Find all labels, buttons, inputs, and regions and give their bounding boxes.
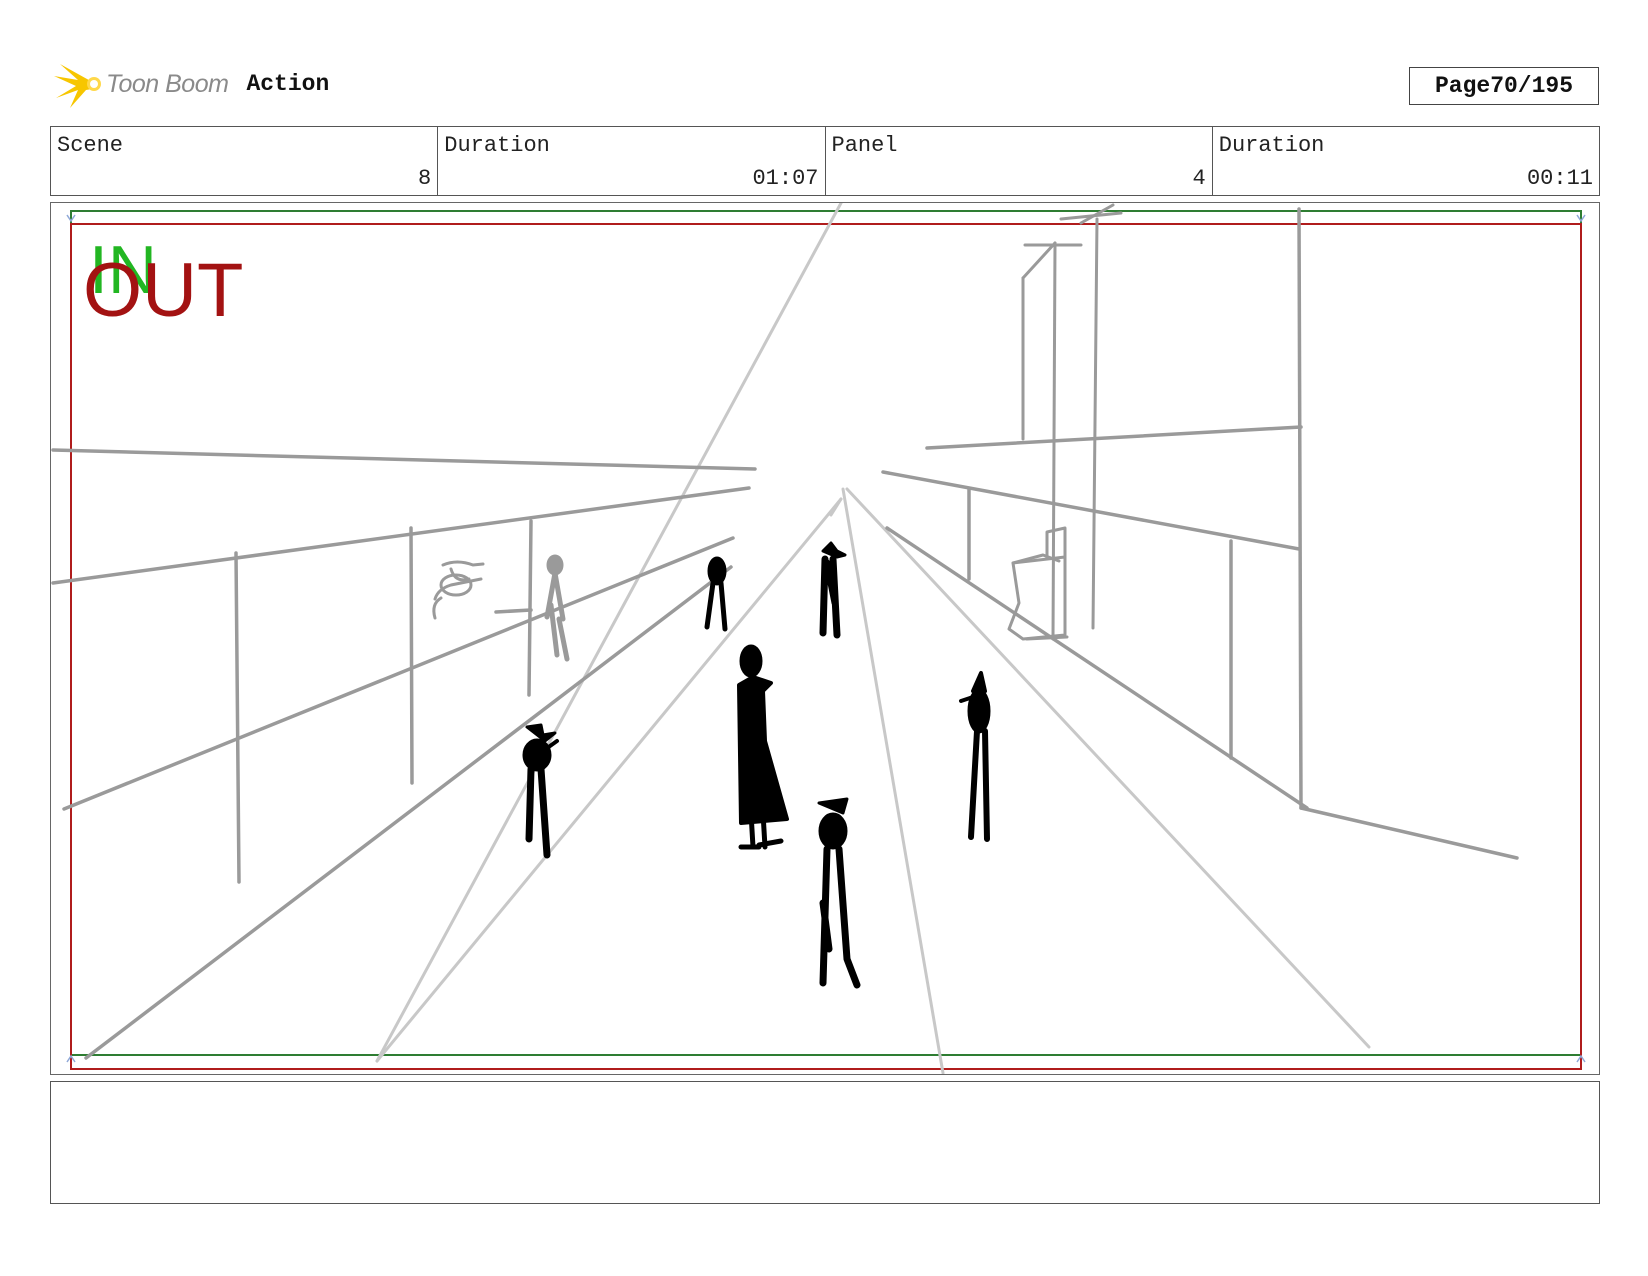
scene-duration-label: Duration (444, 133, 550, 158)
action-notes-box[interactable] (50, 1081, 1600, 1204)
scene-duration-cell: Duration 01:07 (438, 127, 826, 195)
page-indicator: Page 70/195 (1409, 67, 1599, 105)
silhouette-foreground (817, 797, 861, 989)
silhouette-center-woman (737, 644, 789, 850)
panel-sketch: IN OUT (51, 203, 1586, 1074)
vendor-sketch (432, 560, 485, 620)
panel-duration-value: 00:11 (1526, 166, 1593, 191)
scene-cell: Scene 8 (51, 127, 439, 195)
panel-duration-cell: Duration 00:11 (1213, 127, 1599, 195)
panel-cell: Panel 4 (826, 127, 1213, 195)
road-perspective-lines (375, 203, 1371, 1074)
out-label: OUT (83, 248, 243, 333)
logo-text: Toon Boom (106, 69, 229, 98)
scene-duration-value: 01:07 (752, 166, 819, 191)
storyboard-panel: IN OUT (50, 202, 1600, 1075)
silhouette-left-near (522, 723, 559, 859)
left-building-sketch (51, 448, 757, 1060)
toon-boom-logo: Toon Boom Action (52, 58, 329, 110)
scene-value: 8 (418, 166, 432, 191)
silhouette-right-near (959, 671, 991, 842)
starburst-icon (54, 64, 101, 108)
pedestrian-silhouettes (522, 541, 991, 989)
utility-poles (1021, 203, 1123, 641)
panel-label: Panel (831, 133, 898, 158)
scene-label: Scene (57, 133, 124, 158)
silhouette-far-right (819, 541, 847, 639)
panel-value: 4 (1192, 166, 1206, 191)
silhouette-far-left (704, 556, 728, 632)
panel-duration-label: Duration (1218, 133, 1325, 158)
page-label: Page (1434, 73, 1491, 99)
page-value: 70/195 (1490, 73, 1574, 99)
section-title: Action (246, 71, 330, 97)
panel-info-row: Scene 8 Duration 01:07 Panel 4 Duration … (50, 126, 1600, 196)
street-box-sketch (1007, 526, 1069, 641)
